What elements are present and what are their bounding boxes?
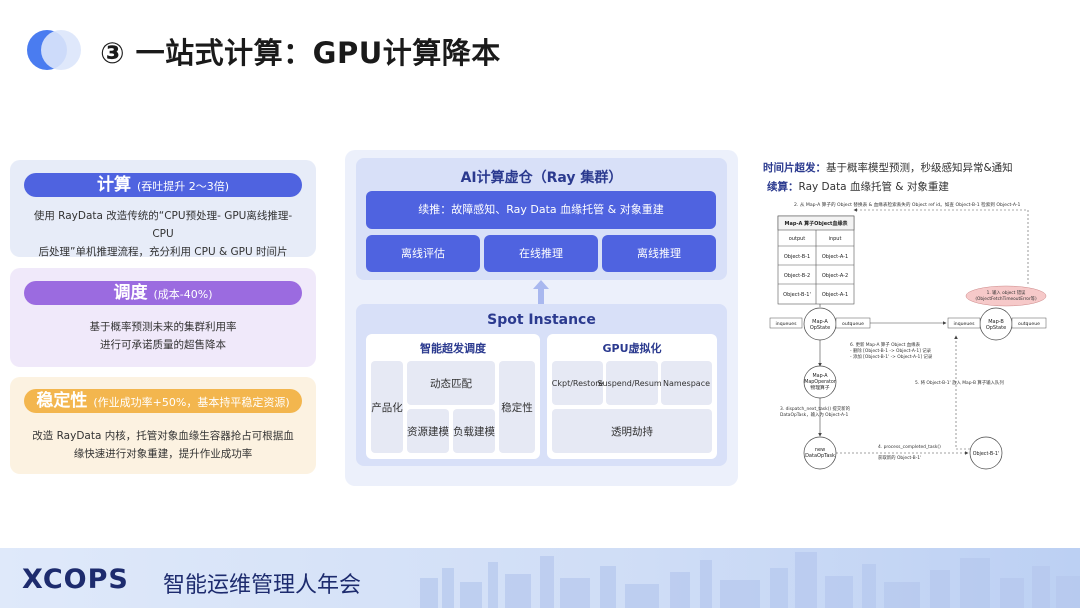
error-cloud xyxy=(965,285,1047,307)
continuation-bar: 续推：故障感知、Ray Data 血缘托管 & 对象重建 xyxy=(366,191,716,229)
lineage-diagram: 2. 从 Map-A 算子的 Object 替换表 & 血缘表检索丢失的 Obj… xyxy=(769,201,1047,470)
step2-text: 2. 从 Map-A 算子的 Object 替换表 & 血缘表检索丢失的 Obj… xyxy=(794,201,1021,208)
transparent-hijack-cell: 透明劫持 xyxy=(552,409,712,453)
compute-desc-line2: 后处理”单机推理流程，充分利用 CPU & GPU 时间片 xyxy=(38,246,288,258)
mapB-state-line2: OpState xyxy=(986,325,1006,331)
stability-pill: 稳定性 (作业成功率+50%，基本持平稳定资源) xyxy=(24,389,302,413)
stability-title: 稳定性 xyxy=(36,391,88,411)
ckpt-restore-cell: Ckpt/Restore xyxy=(552,361,603,405)
scheduling-desc: 基于概率预测未来的集群利用率 进行可承诺质量的超售降本 xyxy=(24,318,302,354)
productize-cell: 产品化 xyxy=(371,361,403,453)
footer-banner: XCOPS 智能运维管理人年会 xyxy=(0,548,1080,608)
table-cell: Object-A-1 xyxy=(822,254,848,260)
mapA-inqueues: inqueues xyxy=(776,321,798,327)
step1-line2: (ObjectFetchTimeoutError等) xyxy=(975,295,1037,302)
arrow-up-icon xyxy=(533,280,549,304)
gpu-virtualization-panel: GPU虚拟化 Ckpt/Restore Suspend/Resume Names… xyxy=(547,334,717,459)
timeslice-text: 基于概率模型预测，秒级感知异常&通知 xyxy=(826,162,1013,174)
step6-line1: 6. 更新 Map-A 算子 Object 血缘表 xyxy=(850,341,921,348)
dynamic-match-cell: 动态匹配 xyxy=(407,361,495,405)
scheduling-title: 调度 xyxy=(113,283,148,303)
mapA-outqueue: outqueue xyxy=(842,321,864,327)
object-b1-label: Object-B-1' xyxy=(973,451,1000,457)
continue-text: Ray Data 血缘托管 & 对象重建 xyxy=(798,181,949,193)
offline-inference-box: 离线推理 xyxy=(602,235,716,272)
stability-desc-line2: 缘快速进行对象重建，提升作业成功率 xyxy=(73,448,253,460)
step5-text: 5. 将 Object-B-1' 放入 Map-B 算子输入队列 xyxy=(915,379,1004,386)
stability-cell: 稳定性 xyxy=(499,361,535,453)
compute-title: 计算 xyxy=(96,175,131,195)
table-cell: Object-A-2 xyxy=(822,273,848,279)
step3-line2: DataOpTask，输入为 Object-A-1 xyxy=(780,411,848,418)
offline-eval-box: 离线评估 xyxy=(366,235,480,272)
mapA-state-line2: OpState xyxy=(810,325,830,331)
step6-line2: - 删除 [Object-B-1 -> Object-A-1] 记录 xyxy=(850,347,932,354)
stability-desc: 改造 RayData 内核，托管对象血缘生容器抢占可根据血 缘快速进行对象重建，… xyxy=(24,427,302,463)
continue-compute-line: 续算：Ray Data 血缘托管 & 对象重建 xyxy=(767,179,949,194)
spot-instance-box: Spot Instance 智能超发调度 产品化 动态匹配 稳定性 资源建模 负… xyxy=(356,304,727,466)
mapop-line3: 物理算子 xyxy=(810,384,829,391)
smart-overcommit-title: 智能超发调度 xyxy=(420,342,486,355)
brand-logo: XCOPS xyxy=(22,564,129,595)
step4-line1: 4. process_completed_task() xyxy=(878,444,941,450)
table-cell: Object-B-2 xyxy=(784,273,810,279)
load-model-cell: 负载建模 xyxy=(453,409,495,453)
stability-desc-line1: 改造 RayData 内核，托管对象血缘生容器抢占可根据血 xyxy=(32,430,294,442)
mapB-inqueues: inqueues xyxy=(954,321,976,327)
mapop-line1: Map-A xyxy=(812,373,828,379)
compute-subtitle: (吞吐提升 2～3倍) xyxy=(136,180,230,193)
ai-warehouse-title: AI计算虚仓（Ray 集群） xyxy=(460,170,623,186)
mapB-outqueue: outqueue xyxy=(1018,321,1040,327)
online-inference-box: 在线推理 xyxy=(484,235,598,272)
compute-desc: 使用 RayData 改造传统的“CPU预处理- GPU离线推理-CPU 后处理… xyxy=(24,207,302,261)
scheduling-desc-line2: 进行可承诺质量的超售降本 xyxy=(100,339,226,351)
scheduling-desc-line1: 基于概率预测未来的集群利用率 xyxy=(89,321,237,333)
city-skyline-icon xyxy=(420,552,1080,608)
card-scheduling: 调度 (成本-40%) 基于概率预测未来的集群利用率 进行可承诺质量的超售降本 xyxy=(10,268,316,367)
suspend-resume-cell: Suspend/Resume xyxy=(597,361,667,405)
stability-subtitle: (作业成功率+50%，基本持平稳定资源) xyxy=(93,396,290,409)
scheduling-subtitle: (成本-40%) xyxy=(153,288,213,301)
smart-overcommit-panel: 智能超发调度 产品化 动态匹配 稳定性 资源建模 负载建模 xyxy=(366,334,540,459)
step6-line3: - 添加 [Object-B-1' -> Object-A-1] 记录 xyxy=(850,353,933,360)
scheduling-pill: 调度 (成本-40%) xyxy=(24,281,302,305)
table-cell: Object-A-1 xyxy=(822,292,848,298)
page-title: ③ 一站式计算：GPU计算降本 xyxy=(100,36,501,70)
namespace-cell: Namespace xyxy=(661,361,712,405)
card-compute: 计算 (吞吐提升 2～3倍) 使用 RayData 改造传统的“CPU预处理- G… xyxy=(10,160,316,258)
compute-pill: 计算 (吞吐提升 2～3倍) xyxy=(24,173,302,197)
mapop-line2: MapOperator xyxy=(804,379,836,385)
ai-virtual-warehouse: AI计算虚仓（Ray 集群） 续推：故障感知、Ray Data 血缘托管 & 对… xyxy=(356,158,727,280)
col-output: output xyxy=(789,236,806,242)
step3-line1: 3. dispatch_next_task() 提交新的 xyxy=(780,405,851,412)
card-stability: 稳定性 (作业成功率+50%，基本持平稳定资源) 改造 RayData 内核，托管… xyxy=(10,377,316,474)
step4-line2: 获取新的 Object-B-1' xyxy=(878,454,921,461)
new-line2: DataOpTask xyxy=(805,453,835,459)
timeslice-overcommit-line: 时间片超发：基于概率模型预测，秒级感知异常&通知 xyxy=(763,160,1013,175)
table-title: Map-A 算子Object血缘表 xyxy=(785,220,849,227)
col-input: input xyxy=(829,236,842,242)
gpu-virtualization-title: GPU虚拟化 xyxy=(602,342,662,355)
table-cell: Object-B-1 xyxy=(784,254,810,260)
table-cell: Object-B-1' xyxy=(783,292,811,298)
step1-line1: 1. 输入 object 错误 xyxy=(987,289,1026,296)
resource-model-cell: 资源建模 xyxy=(407,409,449,453)
continue-label: 续算： xyxy=(767,181,799,193)
lineage-table: Map-A 算子Object血缘表 output input Object-B-… xyxy=(777,215,855,305)
brand-name: 智能运维管理人年会 xyxy=(163,573,362,598)
spot-instance-title: Spot Instance xyxy=(487,312,596,328)
compute-desc-line1: 使用 RayData 改造传统的“CPU预处理- GPU离线推理-CPU xyxy=(33,210,293,240)
logo-circles xyxy=(27,30,83,70)
timeslice-label: 时间片超发： xyxy=(763,162,826,174)
